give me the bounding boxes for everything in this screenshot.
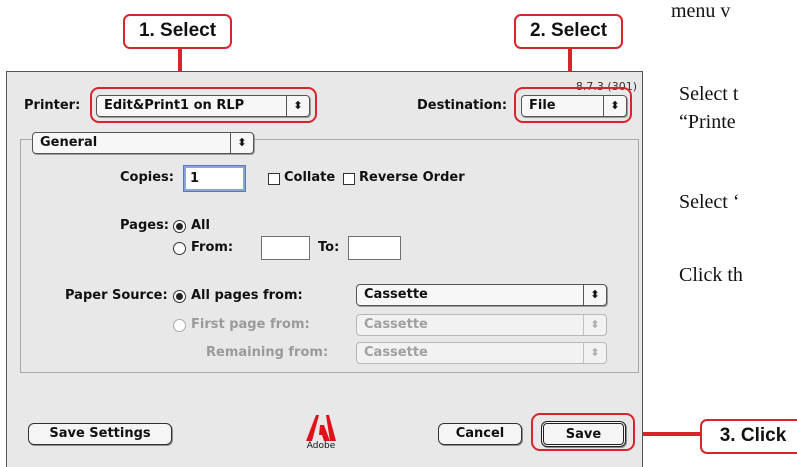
updown-arrow-icon: ⬍ — [583, 285, 606, 305]
callout-connector-3 — [634, 432, 702, 436]
pages-from-field[interactable] — [261, 236, 310, 260]
pages-to-field[interactable] — [348, 236, 401, 260]
instruction-line-2: Select t — [679, 83, 739, 105]
remaining-from-value: Cassette — [364, 345, 428, 360]
pages-label: Pages: — [120, 218, 170, 233]
panel-popup-value: General — [40, 135, 98, 150]
destination-highlight-ring — [514, 87, 632, 123]
cancel-button[interactable]: Cancel — [438, 423, 522, 445]
first-page-from-label: First page from: — [191, 317, 310, 332]
all-pages-from-popup[interactable]: Cassette ⬍ — [356, 284, 607, 306]
instruction-line-5: Click th — [679, 264, 743, 286]
first-page-from-value: Cassette — [364, 317, 428, 332]
copies-field[interactable]: 1 — [184, 166, 245, 191]
remaining-from-label: Remaining from: — [206, 345, 329, 360]
callout-step-2: 2. Select — [514, 14, 623, 49]
all-pages-from-value: Cassette — [364, 287, 428, 302]
reverse-order-checkbox[interactable] — [343, 173, 355, 185]
collate-label: Collate — [284, 170, 336, 185]
print-dialog: 8.7.3 (301) Printer: Edit&Print1 on RLP … — [6, 71, 643, 467]
callout-step-1: 1. Select — [123, 14, 232, 49]
printer-label: Printer: — [24, 98, 81, 113]
reverse-order-label: Reverse Order — [359, 170, 465, 185]
paper-source-label: Paper Source: — [65, 288, 168, 303]
updown-arrow-icon: ⬍ — [230, 133, 253, 153]
pages-from-radio[interactable] — [173, 242, 186, 255]
pages-to-label: To: — [318, 240, 340, 255]
printer-highlight-ring — [90, 87, 317, 123]
destination-label: Destination: — [417, 98, 508, 113]
first-page-from-radio[interactable] — [173, 319, 186, 332]
adobe-logo-text: Adobe — [306, 441, 336, 451]
updown-arrow-icon: ⬍ — [583, 315, 606, 335]
pages-from-label: From: — [191, 240, 234, 255]
panel-popup[interactable]: General ⬍ — [32, 132, 254, 154]
adobe-logo-icon: Adobe — [304, 413, 338, 453]
remaining-from-popup[interactable]: Cassette ⬍ — [356, 342, 607, 364]
save-settings-button[interactable]: Save Settings — [28, 423, 172, 445]
instruction-line-1: menu v — [671, 0, 731, 22]
all-pages-from-radio[interactable] — [173, 290, 186, 303]
first-page-from-popup[interactable]: Cassette ⬍ — [356, 314, 607, 336]
all-pages-from-label: All pages from: — [191, 288, 303, 303]
collate-checkbox[interactable] — [268, 173, 280, 185]
pages-all-label: All — [191, 218, 210, 233]
callout-step-3: 3. Click — [700, 419, 797, 454]
updown-arrow-icon: ⬍ — [583, 343, 606, 363]
copies-label: Copies: — [120, 170, 174, 185]
pages-all-radio[interactable] — [173, 220, 186, 233]
instruction-line-3: “Printe — [679, 111, 736, 133]
instruction-line-4: Select ‘ — [679, 191, 740, 213]
save-highlight-ring — [531, 413, 635, 451]
